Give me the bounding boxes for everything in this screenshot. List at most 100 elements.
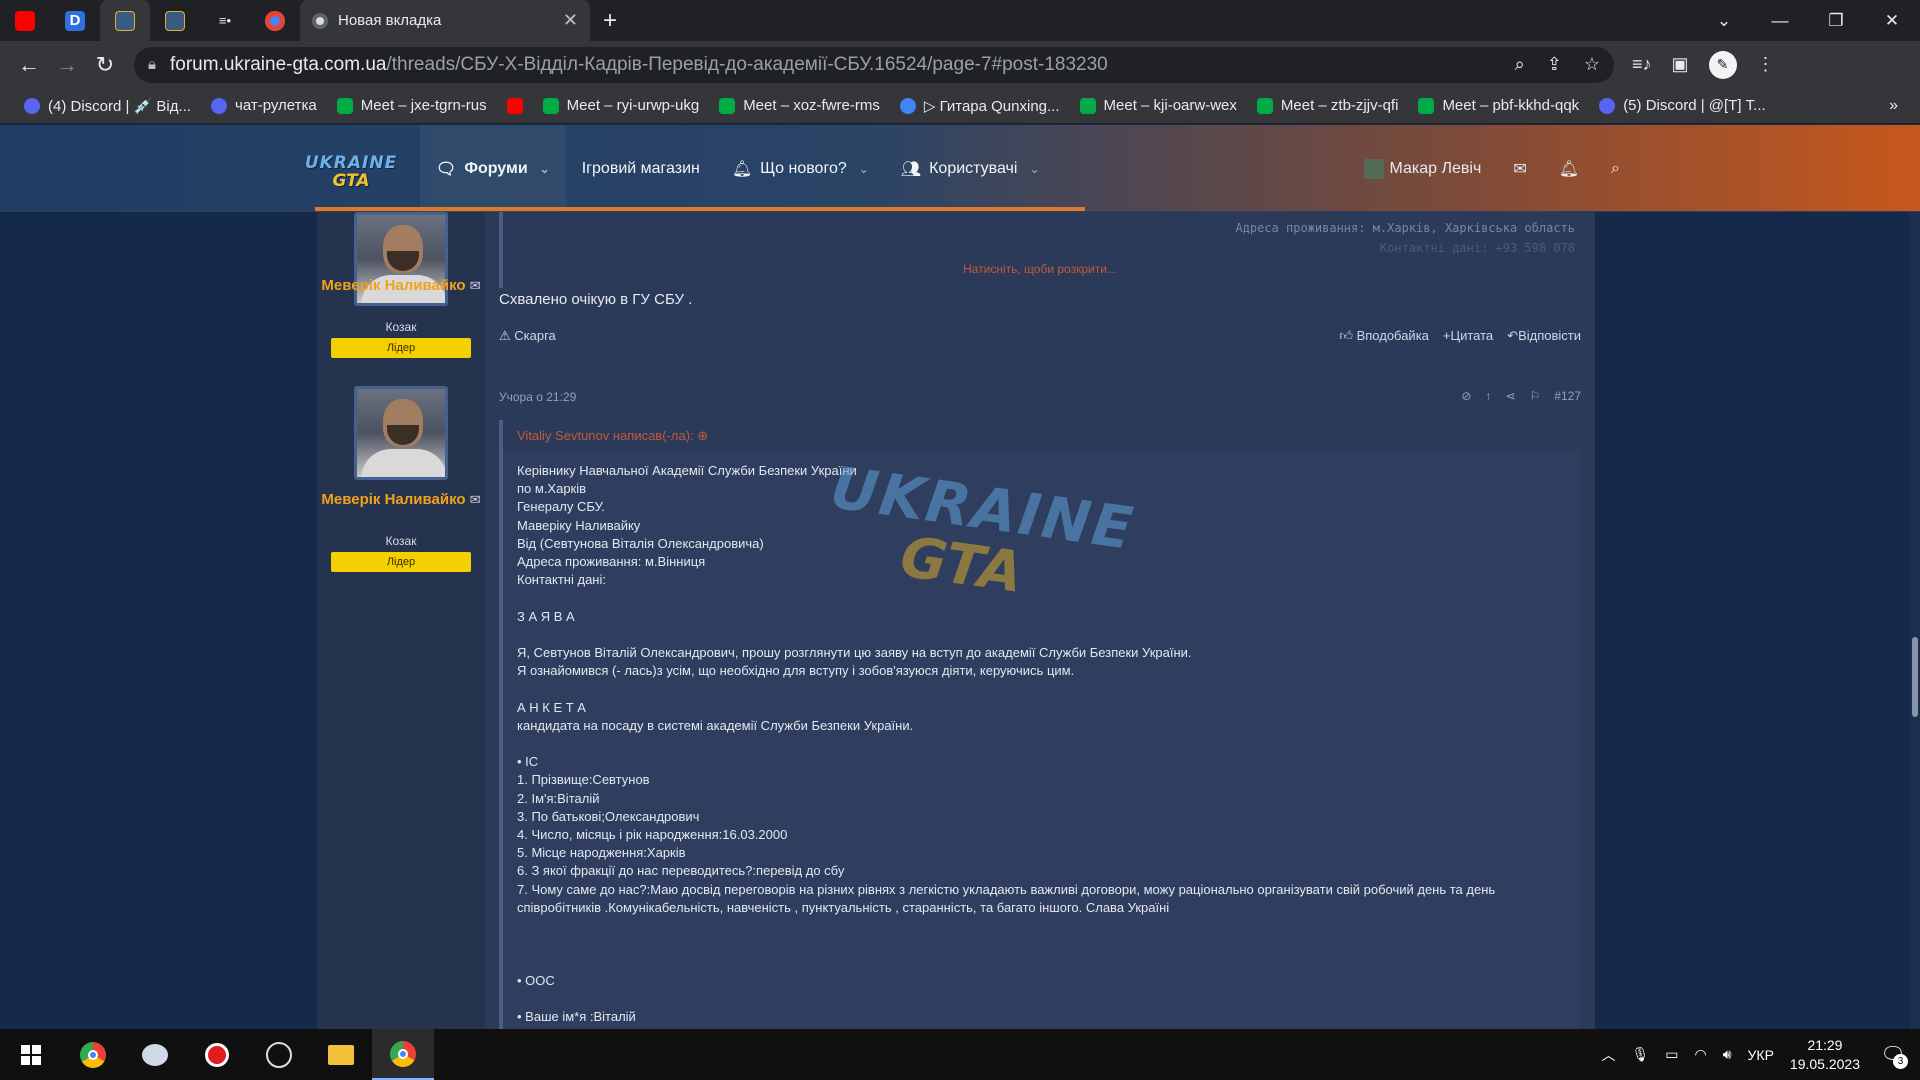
system-tray: ︿ 🎙︎ ▭ ◠ 🔊︎ УКР 21:29 19.05.2023 🗨︎ 3 [1601, 1036, 1920, 1074]
bookmark-item[interactable]: Meet – ryi-urwp-ukg [533, 97, 710, 114]
user-avatar[interactable] [354, 386, 448, 480]
scrollbar-thumb[interactable] [1912, 637, 1918, 717]
wifi-icon[interactable]: ◠ [1694, 1046, 1706, 1063]
site-logo[interactable]: UKRAINE GTA [305, 151, 396, 193]
media-control-icon[interactable]: ≡♪ [1632, 54, 1652, 75]
bookmark-item[interactable]: Meet – pbf-kkhd-qqk [1408, 97, 1589, 114]
chevron-down-icon[interactable]: ⌄ [1029, 162, 1039, 176]
nav-forums[interactable]: 🗨︎ Форуми ⌄ [420, 125, 566, 212]
zoom-icon[interactable]: ⌕ [1515, 54, 1525, 75]
quote-author[interactable]: Vitaliy Sevtunov написав(-ла): ⊕ [517, 428, 708, 444]
bookmark-item[interactable]: Meet – jxe-tgrn-rus [327, 97, 497, 114]
menu-icon[interactable]: ⋮ [1757, 54, 1775, 75]
share-icon[interactable]: ⇪ [1547, 54, 1562, 75]
taskbar-obs[interactable] [248, 1029, 310, 1080]
expand-quote-link[interactable]: Натисніть, щоби розкрити... [485, 262, 1595, 276]
clock[interactable]: 21:29 19.05.2023 [1790, 1036, 1860, 1074]
ukraine-gta-icon [115, 10, 135, 31]
bookmark-item[interactable] [497, 97, 533, 114]
nav-users[interactable]: 👥︎ Користувачі ⌄ [885, 125, 1056, 212]
windows-taskbar: ︿ 🎙︎ ▭ ◠ 🔊︎ УКР 21:29 19.05.2023 🗨︎ 3 [0, 1029, 1920, 1080]
quote-line: 3. По батькові;Олександрович [517, 808, 700, 824]
chevron-down-icon[interactable]: ⌄ [859, 162, 869, 176]
microphone-icon[interactable]: 🎙︎ [1631, 1046, 1649, 1063]
forward-button[interactable]: → [48, 46, 86, 84]
lock-icon[interactable]: 🔒︎ [148, 56, 156, 73]
bookmark-item[interactable]: (4) Discord | 💉 Від... [14, 97, 201, 115]
chevron-down-icon[interactable]: ⌄ [540, 162, 550, 176]
taskbar-paint[interactable] [124, 1029, 186, 1080]
meet-icon [336, 97, 353, 114]
notification-center[interactable]: 🗨︎ 3 [1876, 1038, 1910, 1072]
bookmark-item[interactable]: чат-рулетка [201, 97, 327, 114]
post-user-panel: Меверік Наливайко ✉ Козак Лідер [317, 374, 485, 1029]
restore-button[interactable]: ❐ [1808, 0, 1864, 41]
post-number[interactable]: #127 [1554, 389, 1581, 403]
taskbar-explorer[interactable] [310, 1029, 372, 1080]
user-title: Козак [385, 534, 417, 548]
report-link[interactable]: ⚠ Скарга [499, 328, 556, 344]
bookmark-item[interactable]: Meet – xoz-fwre-rms [709, 97, 890, 114]
nav-shop[interactable]: Ігровий магазин [566, 125, 716, 212]
taskbar-recorder[interactable] [186, 1029, 248, 1080]
reply-button[interactable]: ↶Відповісти [1507, 328, 1581, 344]
bookmark-icon[interactable]: ⚐ [1530, 389, 1541, 403]
minimize-button[interactable]: — [1752, 0, 1808, 41]
windows-icon [21, 1044, 41, 1065]
tab-forum[interactable] [100, 0, 150, 41]
profile-avatar[interactable]: ✎ [1708, 50, 1737, 79]
bookmark-item[interactable]: Meet – kji-oarw-wex [1070, 97, 1247, 114]
inbox-icon[interactable]: ✉ [1513, 159, 1526, 179]
mail-icon[interactable]: ✉ [470, 278, 481, 293]
close-window-button[interactable]: ✕ [1864, 0, 1920, 41]
page-scrollbar[interactable] [1910, 212, 1920, 1029]
post-date[interactable]: Учора о 21:29 [499, 390, 576, 404]
tab-d[interactable]: D [50, 0, 100, 41]
bookmark-label: Meet – pbf-kkhd-qqk [1442, 97, 1580, 114]
share-icon[interactable]: ⋖ [1505, 389, 1515, 403]
chrome-icon [312, 12, 328, 29]
bookmark-item[interactable]: ▷ Гитара Qunxing... [890, 97, 1070, 115]
tab-new[interactable]: Новая вкладка ✕ [300, 0, 590, 41]
reaction-icon[interactable]: ⊘ [1461, 389, 1471, 403]
taskbar-chrome-active[interactable] [372, 1029, 434, 1080]
reload-button[interactable]: ↻ [86, 46, 124, 84]
post-author[interactable]: Меверік Наливайко ✉ [317, 490, 485, 510]
tab-list[interactable]: ≡• [200, 0, 250, 41]
address-bar[interactable]: 🔒︎ forum.ukraine-gta.com.ua /threads/СБУ… [134, 46, 1614, 83]
tab-title: Новая вкладка [338, 12, 442, 29]
bookmark-label: ▷ Гитара Qunxing... [923, 97, 1060, 115]
mail-icon[interactable]: ✉ [470, 492, 481, 507]
volume-icon[interactable]: 🔊︎ [1723, 1046, 1732, 1063]
side-panel-icon[interactable]: ▣ [1672, 54, 1689, 75]
tab-forum-2[interactable] [150, 0, 200, 41]
tab-youtube[interactable] [0, 0, 50, 41]
nav-whats-new[interactable]: 🔔︎ Що нового? ⌄ [716, 125, 885, 212]
start-button[interactable] [0, 1029, 62, 1080]
bookmark-star-icon[interactable]: ☆ [1584, 54, 1600, 75]
list-icon: ≡• [218, 12, 232, 28]
post-author[interactable]: Меверік Наливайко ✉ [317, 276, 485, 296]
like-button[interactable]: 👍︎ Вподобайка [1339, 328, 1429, 344]
battery-icon[interactable]: ▭ [1665, 1046, 1678, 1063]
chevron-up-icon[interactable]: ︿ [1601, 1045, 1615, 1065]
bookmarks-overflow-button[interactable]: » [1889, 97, 1906, 115]
bookmark-item[interactable]: (5) Discord | @[T] Т... [1589, 97, 1775, 114]
quote-line: 6. З якої фракції до нас переводитесь?:п… [517, 863, 845, 879]
search-icon[interactable]: ⌕ [1611, 160, 1620, 178]
new-tab-button[interactable]: + [590, 0, 630, 41]
tab-search-icon[interactable]: ⌄ [1696, 0, 1752, 41]
alerts-icon[interactable]: 🔔︎ [1559, 159, 1579, 179]
bookmark-item[interactable]: Meet – ztb-zjjv-qfi [1247, 97, 1409, 114]
arrow-up-icon[interactable]: ↑ [1485, 389, 1491, 403]
close-tab-icon[interactable]: ✕ [563, 10, 578, 31]
quote-button[interactable]: +Цитата [1443, 328, 1493, 344]
tab-recording[interactable] [250, 0, 300, 41]
bookmark-label: Meet – ryi-urwp-ukg [566, 97, 700, 114]
post-meta-actions: ⊘ ↑ ⋖ ⚐ #127 [1461, 389, 1581, 403]
bookmark-label: Meet – jxe-tgrn-rus [360, 97, 487, 114]
back-button[interactable]: ← [10, 46, 48, 84]
language-indicator[interactable]: УКР [1748, 1047, 1774, 1063]
taskbar-chrome[interactable] [62, 1029, 124, 1080]
account-link[interactable]: Макар Левіч [1363, 158, 1481, 179]
